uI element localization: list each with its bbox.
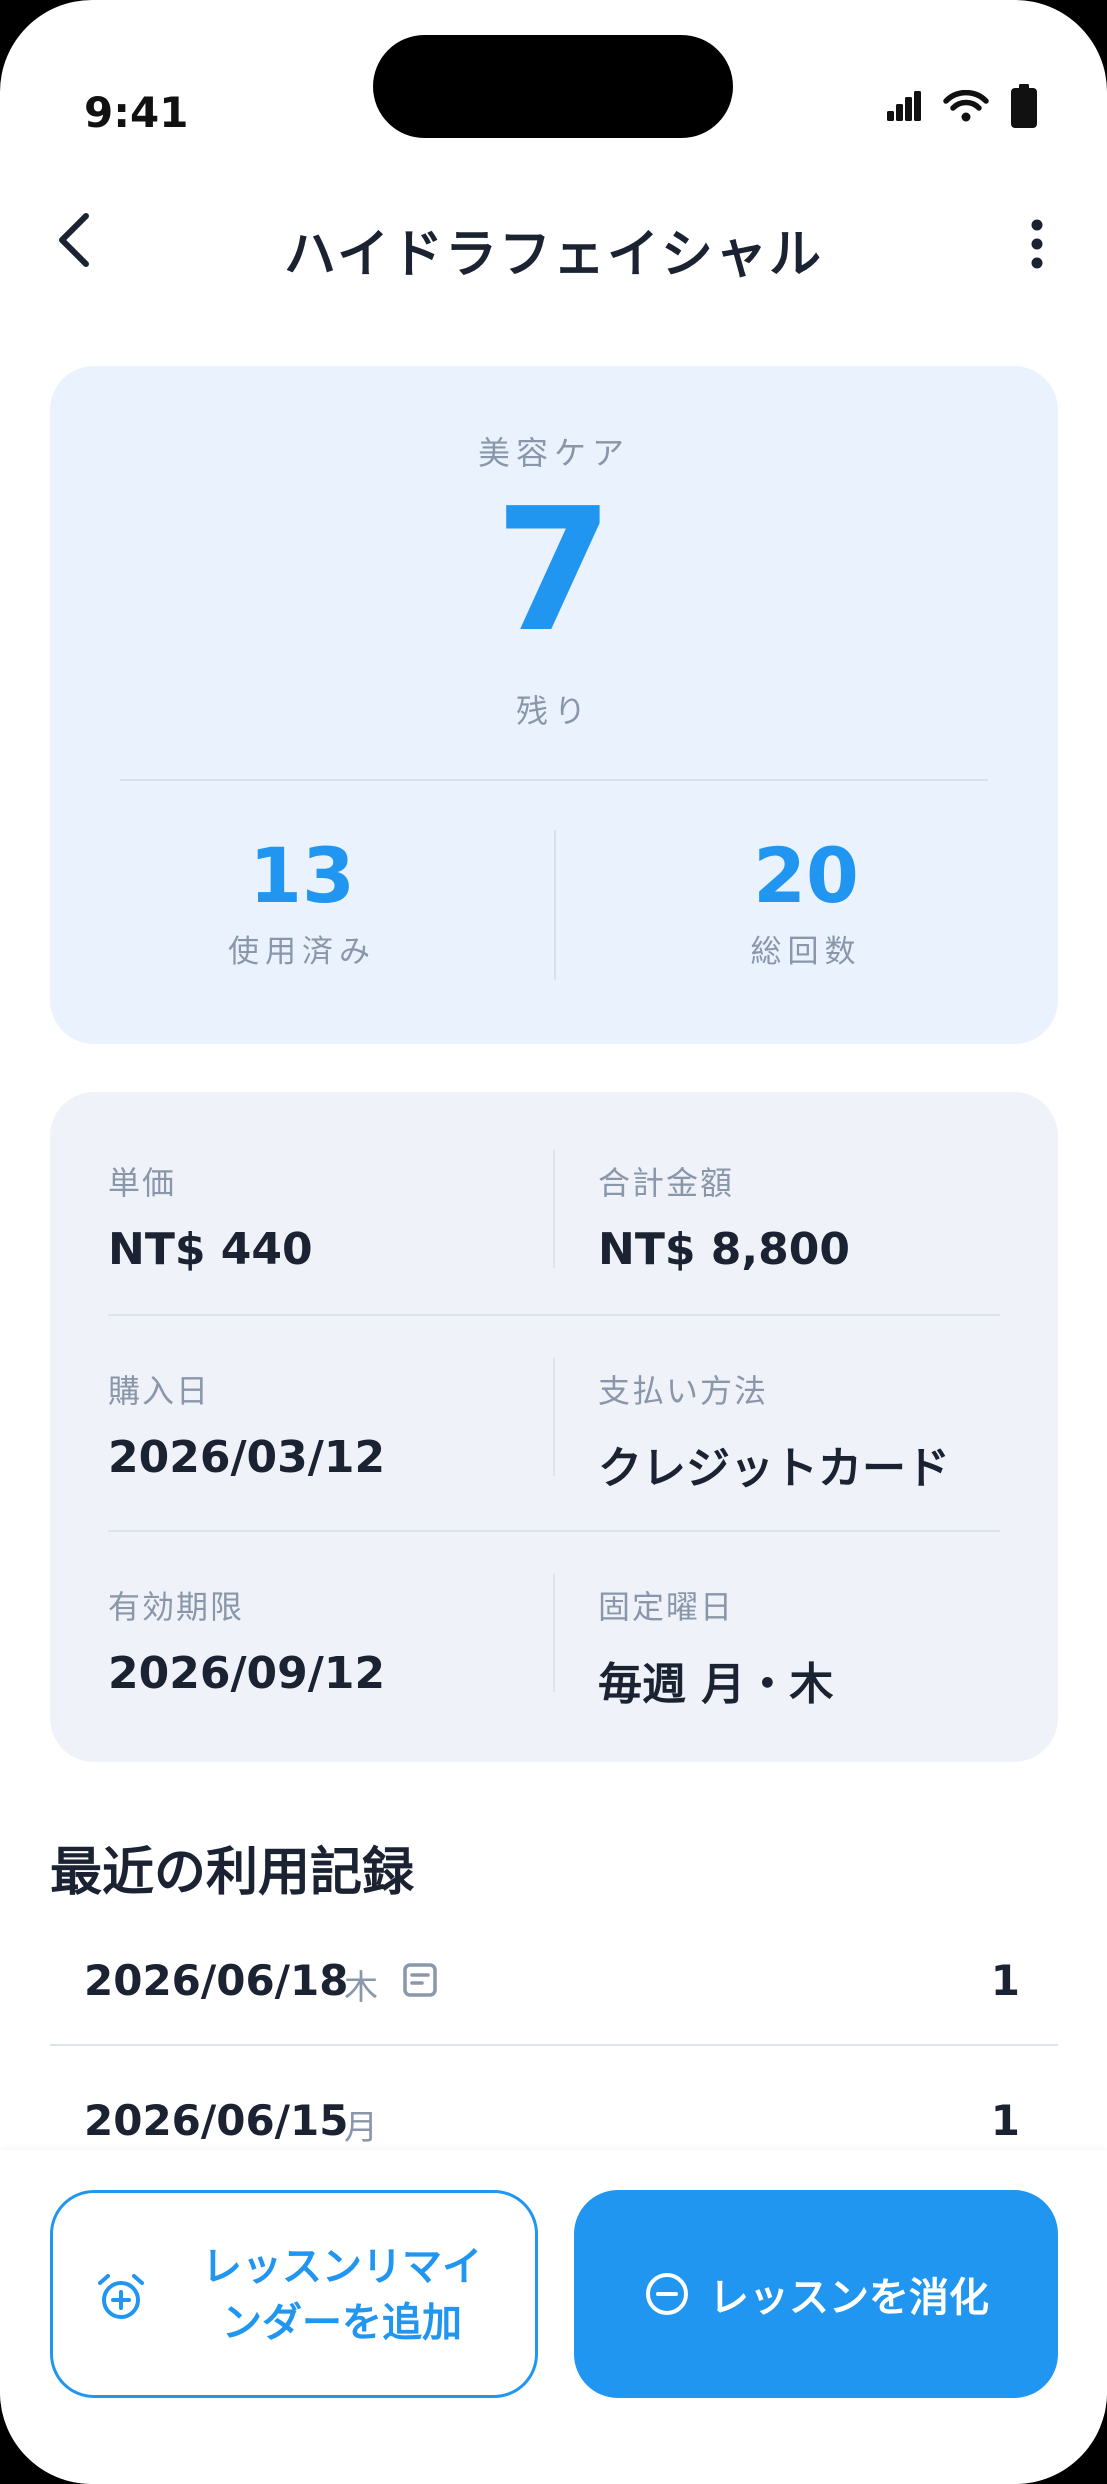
used-label: 使用済み bbox=[228, 933, 376, 970]
record-weekday: 月 bbox=[344, 2108, 378, 2148]
expiry-cell: 有効期限 2026/09/12 bbox=[108, 1582, 568, 1699]
total-amount-cell: 合計金額 NT$ 8,800 bbox=[598, 1158, 1058, 1275]
total-label: 総回数 bbox=[750, 933, 862, 970]
fixed-day-label: 固定曜日 bbox=[598, 1588, 735, 1626]
purchase-date-value: 2026/03/12 bbox=[108, 1432, 386, 1483]
expiry-label: 有効期限 bbox=[108, 1588, 245, 1626]
divider bbox=[50, 2044, 1058, 2046]
dynamic-island bbox=[373, 35, 733, 138]
payment-method-cell: 支払い方法 クレジットカード bbox=[598, 1366, 1058, 1496]
divider bbox=[108, 1530, 1000, 1532]
summary-card: 美容ケア 7 残り 13 使用済み 20 総回数 bbox=[50, 366, 1058, 1044]
phone-screen: 9:41 ハイドラフェイシャル 美容ケア 7 残り 13 使用済み 20 総回数… bbox=[0, 0, 1107, 2484]
status-icons bbox=[887, 84, 1037, 128]
total-amount-value: NT$ 8,800 bbox=[598, 1224, 850, 1275]
battery-icon bbox=[1011, 84, 1037, 128]
divider bbox=[553, 1150, 555, 1268]
cellular-signal-icon bbox=[887, 91, 921, 121]
category-label: 美容ケア bbox=[477, 434, 630, 472]
unit-price-cell: 単価 NT$ 440 bbox=[108, 1158, 568, 1275]
consume-lesson-button[interactable]: レッスンを消化 bbox=[574, 2190, 1058, 2398]
record-date: 2026/06/15 bbox=[84, 2096, 349, 2145]
payment-method-label: 支払い方法 bbox=[598, 1372, 769, 1410]
remaining-label: 残り bbox=[515, 692, 592, 730]
purchase-date-label: 購入日 bbox=[108, 1372, 211, 1410]
payment-method-value: クレジットカード bbox=[598, 1443, 950, 1494]
total-stat: 20 総回数 bbox=[554, 836, 1058, 971]
total-amount-label: 合計金額 bbox=[598, 1164, 735, 1202]
purchase-date-cell: 購入日 2026/03/12 bbox=[108, 1366, 568, 1483]
wifi-icon bbox=[943, 90, 989, 122]
more-vertical-icon bbox=[1031, 219, 1043, 269]
divider bbox=[553, 1574, 555, 1692]
used-stat: 13 使用済み bbox=[50, 836, 554, 971]
record-date: 2026/06/18 bbox=[84, 1956, 349, 2005]
remaining-count: 7 bbox=[494, 472, 614, 670]
more-options-button[interactable] bbox=[1017, 214, 1057, 274]
alarm-plus-icon bbox=[98, 2274, 144, 2319]
record-count: 1 bbox=[990, 1956, 1020, 2005]
note-icon bbox=[403, 1963, 437, 1997]
unit-price-label: 単価 bbox=[108, 1164, 177, 1202]
fixed-day-cell: 固定曜日 毎週 月・木 bbox=[598, 1582, 1058, 1712]
minus-circle-icon bbox=[646, 2273, 688, 2315]
page-title: ハイドラフェイシャル bbox=[284, 225, 823, 285]
divider bbox=[120, 779, 988, 781]
bottom-action-bar: レッスンリマイ ンダーを追加 レッスンを消化 bbox=[0, 2150, 1107, 2484]
info-row-purchase: 購入日 2026/03/12 支払い方法 クレジットカード bbox=[50, 1358, 1058, 1494]
expiry-value: 2026/09/12 bbox=[108, 1648, 386, 1699]
divider bbox=[553, 1358, 555, 1476]
fixed-day-value: 毎週 月・木 bbox=[598, 1659, 834, 1710]
add-reminder-label-line: レッスンリマイ bbox=[202, 2244, 482, 2290]
record-weekday: 木 bbox=[344, 1968, 378, 2008]
total-count: 20 bbox=[753, 831, 859, 920]
unit-price-value: NT$ 440 bbox=[108, 1224, 313, 1275]
info-card: 単価 NT$ 440 合計金額 NT$ 8,800 購入日 2026/03/12… bbox=[50, 1092, 1058, 1762]
add-reminder-label-line: ンダーを追加 bbox=[222, 2300, 462, 2346]
consume-lesson-label: レッスンを消化 bbox=[709, 2275, 989, 2321]
app-header: ハイドラフェイシャル bbox=[0, 200, 1107, 285]
divider bbox=[108, 1314, 1000, 1316]
add-reminder-label: レッスンリマイ ンダーを追加 bbox=[179, 2239, 505, 2351]
add-reminder-button[interactable]: レッスンリマイ ンダーを追加 bbox=[50, 2190, 538, 2398]
info-row-price: 単価 NT$ 440 合計金額 NT$ 8,800 bbox=[50, 1150, 1058, 1278]
info-row-expiry: 有効期限 2026/09/12 固定曜日 毎週 月・木 bbox=[50, 1574, 1058, 1710]
used-count: 13 bbox=[249, 831, 355, 920]
record-count: 1 bbox=[990, 2096, 1020, 2145]
records-title: 最近の利用記録 bbox=[50, 1843, 415, 1903]
status-time: 9:41 bbox=[84, 88, 189, 137]
record-item[interactable]: 2026/06/18 木 1 bbox=[50, 1916, 1058, 2046]
